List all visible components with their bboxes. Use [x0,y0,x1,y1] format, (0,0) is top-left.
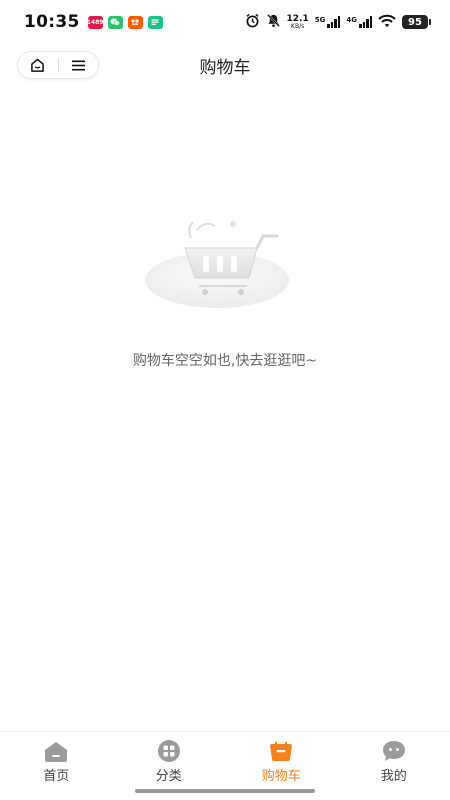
status-right-icons: 12.1 KB/s 5G 4G 95 [245,13,431,32]
tab-category-label: 分类 [155,769,182,784]
message-app-icon [147,15,163,29]
capsule-home-button[interactable] [18,52,58,78]
wechat-icon [107,15,123,29]
tab-profile[interactable]: 我的 [338,732,450,800]
status-bar: 10:35 1489 12.1 KB/s 5G 4G 95 [0,0,450,44]
home-tab-icon [43,740,69,762]
capsule-menu-button[interactable] [59,52,99,78]
taobao-icon [127,15,143,29]
alarm-icon [245,13,260,32]
empty-cart-icon [145,221,289,308]
app-notification-icon: 1489 [87,15,103,29]
tab-cart-label: 购物车 [261,769,301,784]
signal-4g-icon: 4G [346,16,372,28]
network-speed: 12.1 KB/s [286,13,309,30]
battery-indicator: 95 [402,15,431,29]
tab-profile-label: 我的 [380,769,407,784]
home-indicator[interactable] [135,789,315,793]
wifi-icon [378,13,396,32]
mute-icon [266,13,281,32]
page-title: 购物车 [199,57,251,78]
notification-icons: 1489 [87,15,163,29]
cart-icon [268,740,294,762]
category-icon [156,740,182,762]
tab-home[interactable]: 首页 [0,732,113,800]
signal-5g-icon: 5G [315,16,341,28]
nav-capsule [17,51,99,79]
home-icon [31,58,45,72]
menu-icon [71,60,85,70]
empty-cart-message: 购物车空空如也,快去逛逛吧~ [132,353,318,369]
tab-home-label: 首页 [43,769,70,784]
empty-cart-state: 购物车空空如也,快去逛逛吧~ [0,212,450,370]
profile-icon [381,740,407,762]
status-time: 10:35 [24,12,80,32]
page-header: 购物车 [0,44,450,86]
